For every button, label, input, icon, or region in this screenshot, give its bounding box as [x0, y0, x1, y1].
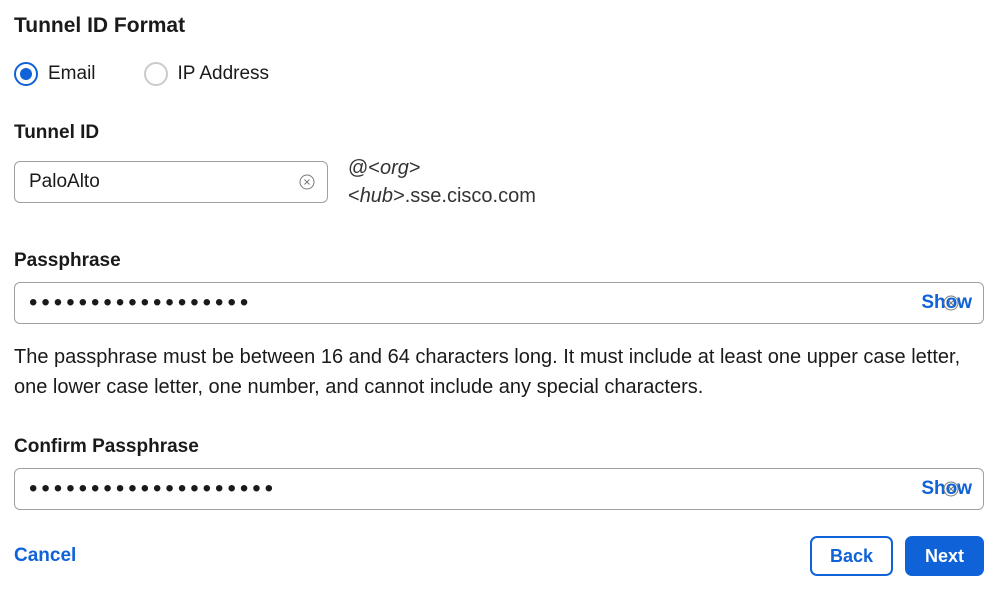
confirm-passphrase-section: Confirm Passphrase Show	[14, 436, 985, 510]
footer: Cancel Back Next	[14, 536, 984, 576]
next-button[interactable]: Next	[905, 536, 984, 576]
passphrase-label: Passphrase	[14, 250, 985, 272]
tunnel-id-format-radio-group: Email IP Address	[14, 62, 985, 86]
confirm-clear-icon[interactable]	[942, 480, 960, 498]
section-title: Tunnel ID Format	[14, 14, 985, 38]
tunnel-id-row: @<org> <hub>.sse.cisco.com	[14, 154, 985, 210]
x-circle-icon	[943, 295, 959, 311]
tunnel-id-label: Tunnel ID	[14, 122, 985, 144]
suffix-line2: <hub>.sse.cisco.com	[348, 182, 536, 210]
back-button[interactable]: Back	[810, 536, 893, 576]
suffix-l1-suffix: >	[409, 157, 421, 179]
passphrase-input[interactable]	[14, 282, 984, 324]
passphrase-input-wrapper: Show	[14, 282, 984, 324]
x-circle-icon	[943, 481, 959, 497]
confirm-actions: Show	[921, 478, 972, 500]
cancel-button[interactable]: Cancel	[14, 545, 76, 567]
clear-icon[interactable]	[298, 173, 316, 191]
suffix-l2-suffix: >.sse.cisco.com	[393, 185, 536, 207]
suffix-l1-org: org	[380, 157, 409, 179]
radio-dot	[20, 68, 32, 80]
passphrase-section: Passphrase Show	[14, 250, 985, 324]
passphrase-help-text: The passphrase must be between 16 and 64…	[14, 342, 974, 402]
radio-option-ip[interactable]: IP Address	[144, 62, 270, 86]
confirm-passphrase-input-wrapper: Show	[14, 468, 984, 510]
suffix-l2-hub: hub	[360, 185, 393, 207]
tunnel-id-suffix: @<org> <hub>.sse.cisco.com	[348, 154, 536, 210]
radio-circle-ip	[144, 62, 168, 86]
footer-right: Back Next	[810, 536, 984, 576]
radio-label-ip: IP Address	[178, 63, 270, 85]
tunnel-id-input-wrapper	[14, 161, 328, 203]
passphrase-clear-icon[interactable]	[942, 294, 960, 312]
radio-circle-email	[14, 62, 38, 86]
suffix-l1-prefix: @<	[348, 157, 380, 179]
suffix-line1: @<org>	[348, 154, 536, 182]
passphrase-actions: Show	[921, 292, 972, 314]
suffix-l2-prefix: <	[348, 185, 360, 207]
x-circle-icon	[299, 174, 315, 190]
confirm-passphrase-label: Confirm Passphrase	[14, 436, 985, 458]
confirm-passphrase-input[interactable]	[14, 468, 984, 510]
radio-option-email[interactable]: Email	[14, 62, 96, 86]
radio-label-email: Email	[48, 63, 96, 85]
tunnel-id-input[interactable]	[14, 161, 328, 203]
